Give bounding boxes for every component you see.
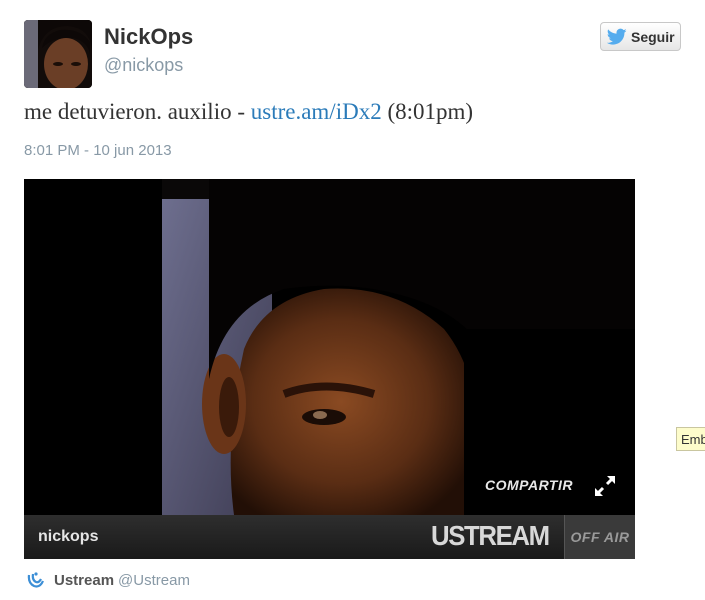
embed-tooltip: Embed xyxy=(676,427,705,451)
profile-photo-image xyxy=(24,20,92,88)
ustream-icon xyxy=(26,571,46,589)
ustream-player[interactable]: COMPARTIR nickops USTREAM OFF AIR xyxy=(24,179,635,559)
broadcast-status-badge: OFF AIR xyxy=(564,515,635,559)
player-bar: nickops USTREAM OFF AIR xyxy=(24,515,635,559)
tweet-link[interactable]: ustre.am/iDx2 xyxy=(251,99,382,124)
ustream-logo[interactable]: USTREAM xyxy=(431,520,550,552)
channel-name[interactable]: nickops xyxy=(38,528,98,546)
expand-arrows-icon[interactable] xyxy=(592,473,618,499)
display-name[interactable]: NickOps xyxy=(104,24,193,50)
avatar[interactable] xyxy=(24,20,92,88)
source-attribution[interactable]: Ustream @Ustream xyxy=(26,571,190,589)
share-button[interactable]: COMPARTIR xyxy=(485,477,573,493)
follow-button[interactable]: Seguir xyxy=(600,22,681,51)
follow-button-label: Seguir xyxy=(631,28,675,45)
user-handle[interactable]: @nickops xyxy=(104,55,183,76)
source-handle[interactable]: @Ustream xyxy=(118,572,190,589)
source-name[interactable]: Ustream xyxy=(54,572,114,589)
tweet-timestamp[interactable]: 8:01 PM - 10 jun 2013 xyxy=(24,142,172,159)
tweet-text-end: (8:01pm) xyxy=(381,99,474,124)
video-still-image xyxy=(24,179,635,515)
tweet-text-start: me detuvieron. auxilio - xyxy=(24,99,251,124)
tweet-text: me detuvieron. auxilio - ustre.am/iDx2 (… xyxy=(24,99,473,125)
twitter-bird-icon xyxy=(606,28,627,46)
video-frame[interactable]: COMPARTIR xyxy=(24,179,635,515)
